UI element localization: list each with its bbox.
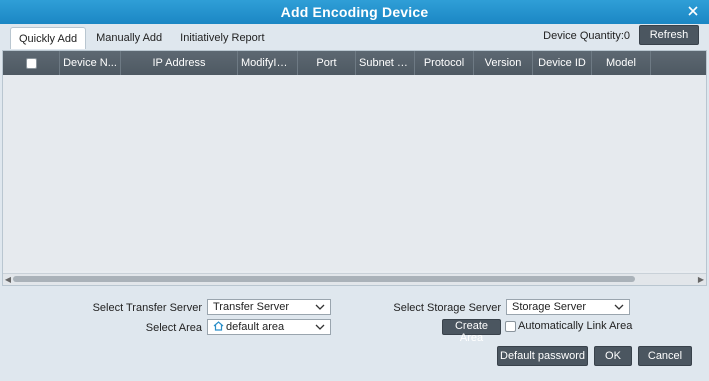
area-label: Select Area xyxy=(145,322,202,334)
title-bar[interactable]: Add Encoding Device xyxy=(0,0,709,24)
auto-link-area-checkbox[interactable] xyxy=(505,320,516,332)
column-header-model[interactable]: Model xyxy=(592,51,651,75)
select-all-header xyxy=(3,51,60,75)
area-select[interactable]: default area xyxy=(207,319,331,335)
tab-quickly-add[interactable]: Quickly Add xyxy=(10,27,87,49)
ok-button[interactable]: OK xyxy=(594,346,632,366)
chevron-down-icon xyxy=(315,324,325,330)
column-header-protocol[interactable]: Protocol xyxy=(415,51,474,75)
scroll-right-icon[interactable]: ▶ xyxy=(696,274,706,285)
home-icon xyxy=(213,321,224,331)
column-header-device-name[interactable]: Device N... xyxy=(60,51,121,75)
scrollbar-thumb[interactable] xyxy=(13,276,635,282)
scroll-left-icon[interactable]: ◀ xyxy=(3,274,13,285)
auto-link-area-label: Automatically Link Area xyxy=(518,320,633,332)
transfer-server-label: Select Transfer Server xyxy=(92,302,202,314)
tab-bar: Quickly Add Manually Add Initiatively Re… xyxy=(10,27,275,49)
transfer-server-select[interactable]: Transfer Server xyxy=(207,299,331,315)
device-quantity: Device Quantity:0 xyxy=(543,30,630,42)
storage-server-select[interactable]: Storage Server xyxy=(506,299,630,315)
storage-server-value: Storage Server xyxy=(512,301,586,313)
tab-manually-add[interactable]: Manually Add xyxy=(88,27,170,49)
horizontal-scrollbar[interactable]: ◀ ▶ xyxy=(3,273,706,285)
refresh-button[interactable]: Refresh xyxy=(639,25,699,45)
close-icon[interactable] xyxy=(685,3,701,19)
column-header-subnet-mask[interactable]: Subnet M... xyxy=(356,51,415,75)
default-password-button[interactable]: Default password xyxy=(497,346,588,366)
chevron-down-icon xyxy=(614,304,624,310)
cancel-button[interactable]: Cancel xyxy=(638,346,692,366)
column-header-version[interactable]: Version xyxy=(474,51,533,75)
table-header: Device N... IP Address ModifyIP ... Port… xyxy=(3,51,706,75)
transfer-server-value: Transfer Server xyxy=(213,301,290,313)
create-area-button[interactable]: Create Area xyxy=(442,319,501,344)
column-header-device-id[interactable]: Device ID xyxy=(533,51,592,75)
select-all-checkbox[interactable] xyxy=(25,57,37,69)
column-header-modify-ip[interactable]: ModifyIP ... xyxy=(238,51,298,75)
table-body xyxy=(3,75,706,271)
area-value: default area xyxy=(226,321,285,333)
storage-server-label: Select Storage Server xyxy=(393,302,501,314)
add-encoding-device-dialog: Add Encoding Device Quickly Add Manually… xyxy=(0,0,709,381)
auto-link-area-option[interactable]: Automatically Link Area xyxy=(505,320,632,332)
tab-initiatively-report[interactable]: Initiatively Report xyxy=(172,27,272,49)
chevron-down-icon xyxy=(315,304,325,310)
dialog-title: Add Encoding Device xyxy=(280,4,429,20)
column-header-ip-address[interactable]: IP Address xyxy=(121,51,238,75)
device-table: Device N... IP Address ModifyIP ... Port… xyxy=(2,50,707,286)
column-header-port[interactable]: Port xyxy=(298,51,356,75)
